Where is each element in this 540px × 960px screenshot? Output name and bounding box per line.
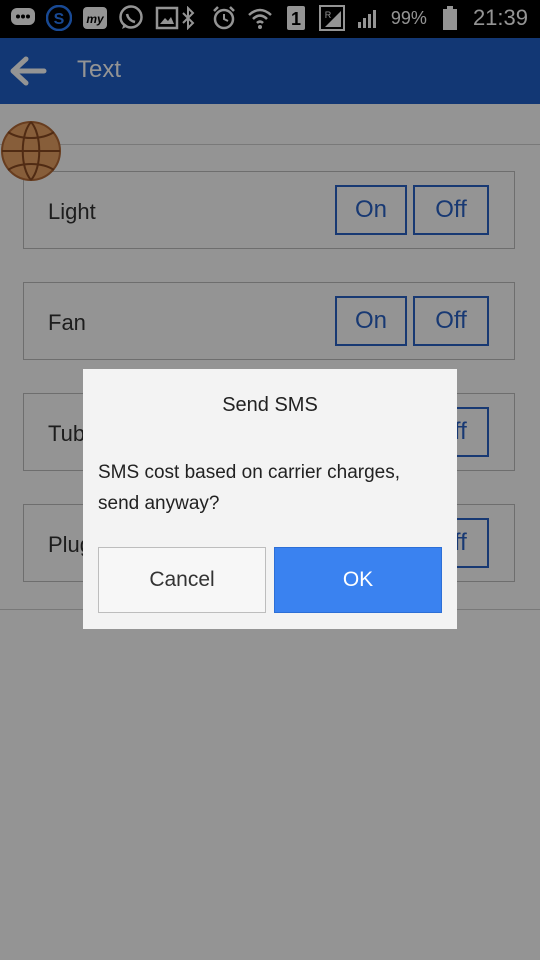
ok-button[interactable]: OK — [274, 547, 442, 613]
dialog-message: SMS cost based on carrier charges, send … — [98, 462, 401, 514]
dialog-title: Send SMS — [222, 394, 318, 416]
cancel-button[interactable]: Cancel — [98, 547, 266, 613]
send-sms-dialog: Send SMS SMS cost based on carrier charg… — [83, 369, 457, 629]
